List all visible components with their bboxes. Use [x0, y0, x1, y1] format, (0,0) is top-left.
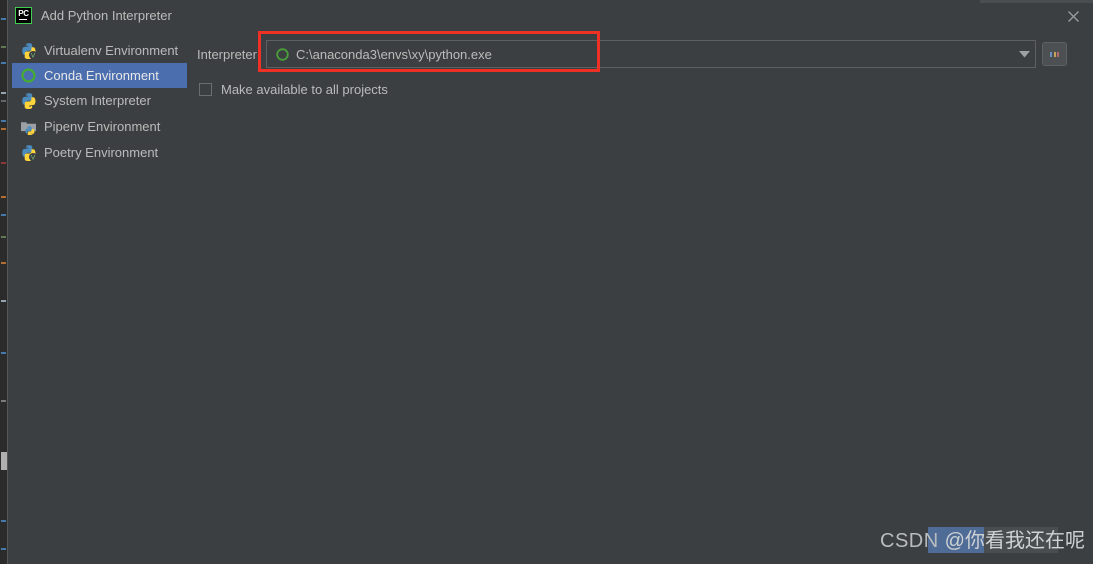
pycharm-logo-text: PC — [18, 9, 29, 18]
watermark-highlight-primary — [928, 527, 984, 553]
conda-circle-icon — [275, 47, 290, 62]
chevron-down-icon[interactable] — [1013, 41, 1035, 67]
environment-type-list: V Virtualenv Environment Conda Environme… — [8, 31, 198, 564]
sidebar-item-pipenv-environment[interactable]: Pipenv Environment — [12, 114, 187, 139]
sidebar-item-label: Conda Environment — [44, 68, 159, 83]
sidebar-item-system-interpreter[interactable]: System Interpreter — [12, 88, 187, 113]
watermark-highlight-secondary — [984, 527, 1058, 553]
python-poetry-icon: V — [20, 144, 37, 161]
sidebar-item-conda-environment[interactable]: Conda Environment — [12, 63, 187, 88]
python-venv-icon: V — [20, 42, 37, 59]
ellipsis-icon — [1050, 51, 1059, 57]
interpreter-path-value: C:\anaconda3\envs\xy\python.exe — [296, 46, 492, 62]
dialog-titlebar: PC Add Python Interpreter — [8, 0, 1093, 31]
interpreter-label: Interpreter: — [197, 47, 261, 62]
interpreter-combobox[interactable]: C:\anaconda3\envs\xy\python.exe — [266, 40, 1036, 68]
make-available-checkbox[interactable] — [199, 83, 212, 96]
sidebar-item-label: Pipenv Environment — [44, 119, 161, 134]
sidebar-item-label: System Interpreter — [44, 93, 151, 108]
pycharm-logo-icon: PC — [15, 7, 32, 24]
svg-text:V: V — [31, 154, 36, 161]
add-python-interpreter-dialog: PC Add Python Interpreter V Virtualenv E… — [0, 0, 1093, 564]
python-icon — [20, 92, 37, 110]
make-available-to-all-projects-row[interactable]: Make available to all projects — [199, 81, 388, 98]
sidebar-item-virtualenv-environment[interactable]: V Virtualenv Environment — [12, 38, 187, 63]
pipenv-folder-icon — [20, 118, 37, 137]
conda-circle-icon — [20, 67, 37, 84]
sidebar-item-label: Virtualenv Environment — [44, 43, 179, 58]
close-icon[interactable] — [1060, 5, 1086, 27]
sidebar-item-poetry-environment[interactable]: V Poetry Environment — [12, 140, 187, 165]
make-available-label: Make available to all projects — [221, 82, 388, 97]
browse-interpreter-button[interactable] — [1042, 42, 1067, 66]
page-title: Add Python Interpreter — [41, 8, 172, 23]
svg-text:V: V — [31, 52, 36, 59]
sidebar-item-label: Poetry Environment — [44, 145, 159, 160]
